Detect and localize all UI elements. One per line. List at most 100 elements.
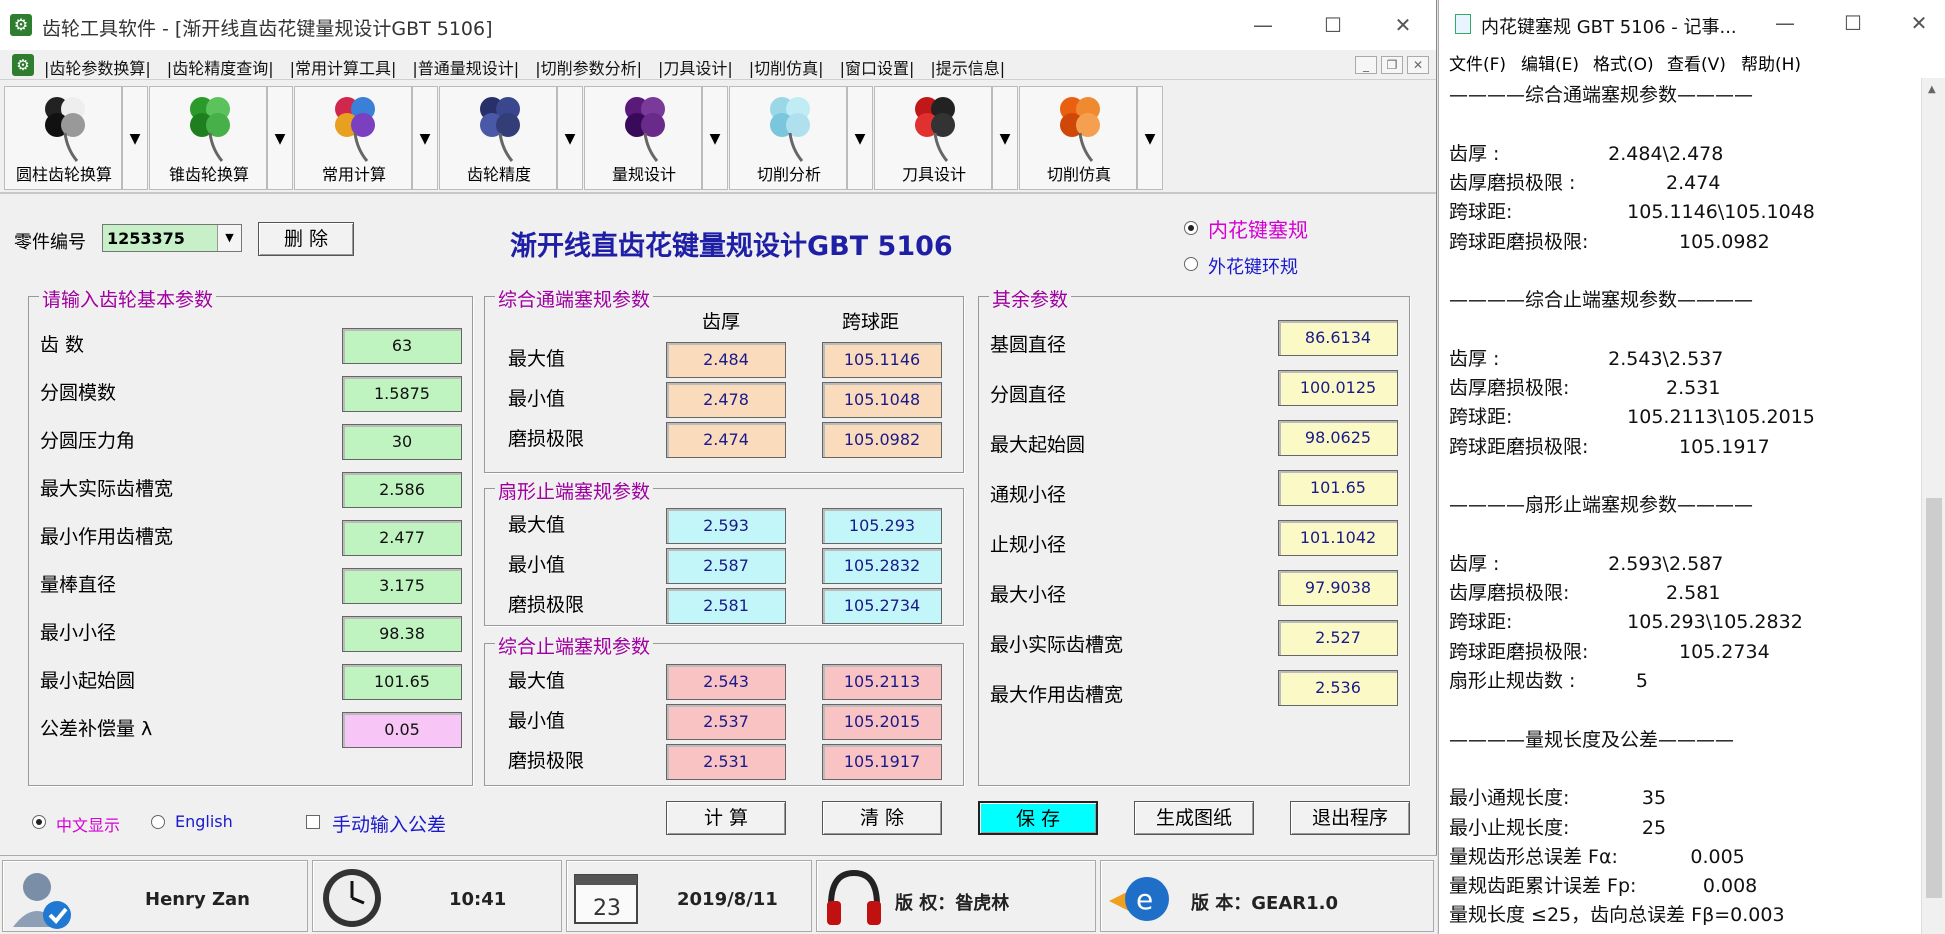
menu-item-2[interactable]: |常用计算工具| (290, 55, 397, 79)
other-param-field[interactable]: 100.0125 (1278, 370, 1398, 406)
basic-param-input[interactable]: 101.65 (342, 664, 462, 700)
sector-thickness-field[interactable]: 2.587 (666, 548, 786, 584)
sector-thickness-field[interactable]: 2.593 (666, 508, 786, 544)
nogo-ball-distance-field[interactable]: 105.2113 (822, 664, 942, 700)
nogo-ball-distance-field[interactable]: 105.2015 (822, 704, 942, 740)
notepad-menu-item-4[interactable]: 帮助(H) (1741, 50, 1801, 75)
mdi-close-icon[interactable]: ✕ (1407, 56, 1429, 74)
lang-english-radio[interactable] (151, 815, 165, 829)
go-thickness-field[interactable]: 2.474 (666, 422, 786, 458)
scrollbar-thumb[interactable] (1926, 498, 1942, 898)
menu-item-6[interactable]: |切削仿真| (749, 55, 824, 79)
other-param-field[interactable]: 97.9038 (1278, 570, 1398, 606)
chevron-down-icon[interactable]: ▼ (1137, 86, 1163, 190)
basic-param-input[interactable]: 30 (342, 424, 462, 460)
go-ball-distance-field[interactable]: 105.0982 (822, 422, 942, 458)
chevron-down-icon[interactable]: ▼ (217, 225, 241, 251)
other-param-field[interactable]: 2.527 (1278, 620, 1398, 656)
toolbar-button-4[interactable]: 量规设计 (584, 86, 702, 190)
sector-ball-distance-field[interactable]: 105.2832 (822, 548, 942, 584)
minimize-icon[interactable]: — (1243, 10, 1283, 40)
menu-item-0[interactable]: |齿轮参数换算| (44, 55, 151, 79)
other-param-field[interactable]: 98.0625 (1278, 420, 1398, 456)
lang-english-label[interactable]: English (175, 812, 233, 831)
notepad-text-area[interactable]: ————综合通端塞规参数———— 齿厚 : 2.484\2.478 齿厚磨损极限 :… (1439, 78, 1919, 934)
lang-chinese-label[interactable]: 中文显示 (56, 812, 120, 836)
scroll-up-icon[interactable]: ▲ (1928, 84, 1936, 95)
nogo-thickness-field[interactable]: 2.537 (666, 704, 786, 740)
basic-param-input[interactable]: 1.5875 (342, 376, 462, 412)
exit-button[interactable]: 退出程序 (1290, 801, 1410, 835)
menu-item-4[interactable]: |切削参数分析| (535, 55, 642, 79)
menu-item-7[interactable]: |窗口设置| (840, 55, 915, 79)
toolbar-button-7[interactable]: 切削仿真 (1019, 86, 1137, 190)
notepad-menu-item-2[interactable]: 格式(O) (1593, 50, 1654, 75)
other-param-field[interactable]: 101.1042 (1278, 520, 1398, 556)
toolbar-button-3[interactable]: 齿轮精度 (439, 86, 557, 190)
lang-chinese-radio[interactable] (32, 815, 46, 829)
notepad-line: 跨球距: 105.2113\105.2015 (1449, 406, 1815, 429)
calculate-button[interactable]: 计 算 (666, 801, 786, 835)
notepad-menu-item-3[interactable]: 查看(V) (1667, 50, 1726, 75)
menu-item-8[interactable]: |提示信息| (930, 55, 1005, 79)
other-param-field[interactable]: 2.536 (1278, 670, 1398, 706)
mdi-restore-icon[interactable]: ❐ (1381, 56, 1403, 74)
generate-drawing-button[interactable]: 生成图纸 (1134, 801, 1254, 835)
external-ring-label[interactable]: 外花键环规 (1208, 253, 1298, 279)
toolbar-button-6[interactable]: 刀具设计 (874, 86, 992, 190)
chevron-down-icon[interactable]: ▼ (557, 86, 583, 190)
chevron-down-icon[interactable]: ▼ (992, 86, 1018, 190)
internal-plug-radio[interactable] (1184, 221, 1198, 235)
toolbar-button-2[interactable]: 常用计算 (294, 86, 412, 190)
external-ring-radio[interactable] (1184, 257, 1198, 271)
go-thickness-field[interactable]: 2.478 (666, 382, 786, 418)
toolbar-button-5[interactable]: 切削分析 (729, 86, 847, 190)
internal-plug-label[interactable]: 内花键塞规 (1208, 214, 1308, 243)
go-ball-distance-field[interactable]: 105.1048 (822, 382, 942, 418)
basic-param-input[interactable]: 3.175 (342, 568, 462, 604)
notepad-menu-item-1[interactable]: 编辑(E) (1521, 50, 1579, 75)
chevron-down-icon[interactable]: ▼ (412, 86, 438, 190)
notepad-maximize-icon[interactable]: ☐ (1833, 8, 1873, 38)
notepad-menu-item-0[interactable]: 文件(F) (1449, 50, 1506, 75)
nogo-thickness-field[interactable]: 2.543 (666, 664, 786, 700)
manual-tolerance-label[interactable]: 手动输入公差 (332, 810, 446, 837)
notepad-close-icon[interactable]: ✕ (1899, 8, 1939, 38)
chevron-down-icon[interactable]: ▼ (847, 86, 873, 190)
basic-param-input[interactable]: 2.477 (342, 520, 462, 556)
part-number-combo[interactable]: 1253375 ▼ (102, 224, 242, 252)
manual-tolerance-checkbox[interactable] (306, 815, 320, 829)
chevron-down-icon[interactable]: ▼ (267, 86, 293, 190)
gear-menu-icon[interactable]: ⚙ (12, 54, 34, 76)
go-ball-distance-field[interactable]: 105.1146 (822, 342, 942, 378)
mdi-minimize-icon[interactable]: _ (1355, 56, 1377, 74)
sector-ball-distance-field[interactable]: 105.293 (822, 508, 942, 544)
basic-param-input[interactable]: 0.05 (342, 712, 462, 748)
basic-param-input[interactable]: 2.586 (342, 472, 462, 508)
menu-item-3[interactable]: |普通量规设计| (412, 55, 519, 79)
nogo-ball-distance-field[interactable]: 105.1917 (822, 744, 942, 780)
maximize-icon[interactable]: ☐ (1313, 10, 1353, 40)
nogo-thickness-field[interactable]: 2.531 (666, 744, 786, 780)
notepad-minimize-icon[interactable]: — (1765, 8, 1805, 38)
menu-item-1[interactable]: |齿轮精度查询| (167, 55, 274, 79)
sector-thickness-field[interactable]: 2.581 (666, 588, 786, 624)
sector-row-label: 最小值 (508, 554, 566, 576)
menu-item-5[interactable]: |刀具设计| (658, 55, 733, 79)
save-button[interactable]: 保 存 (978, 801, 1098, 835)
toolbar-button-1[interactable]: 锥齿轮换算 (149, 86, 267, 190)
go-thickness-field[interactable]: 2.484 (666, 342, 786, 378)
toolbar-button-0[interactable]: 圆柱齿轮换算 (4, 86, 122, 190)
other-param-field[interactable]: 101.65 (1278, 470, 1398, 506)
notepad-scrollbar[interactable]: ▲ (1921, 78, 1945, 934)
chevron-down-icon[interactable]: ▼ (122, 86, 148, 190)
delete-button[interactable]: 删 除 (258, 222, 354, 256)
sector-ball-distance-field[interactable]: 105.2734 (822, 588, 942, 624)
close-icon[interactable]: ✕ (1383, 10, 1423, 40)
basic-param-input[interactable]: 63 (342, 328, 462, 364)
chevron-down-icon[interactable]: ▼ (702, 86, 728, 190)
clear-button[interactable]: 清 除 (822, 801, 942, 835)
toolbar-label: 切削仿真 (1046, 165, 1111, 184)
basic-param-input[interactable]: 98.38 (342, 616, 462, 652)
other-param-field[interactable]: 86.6134 (1278, 320, 1398, 356)
